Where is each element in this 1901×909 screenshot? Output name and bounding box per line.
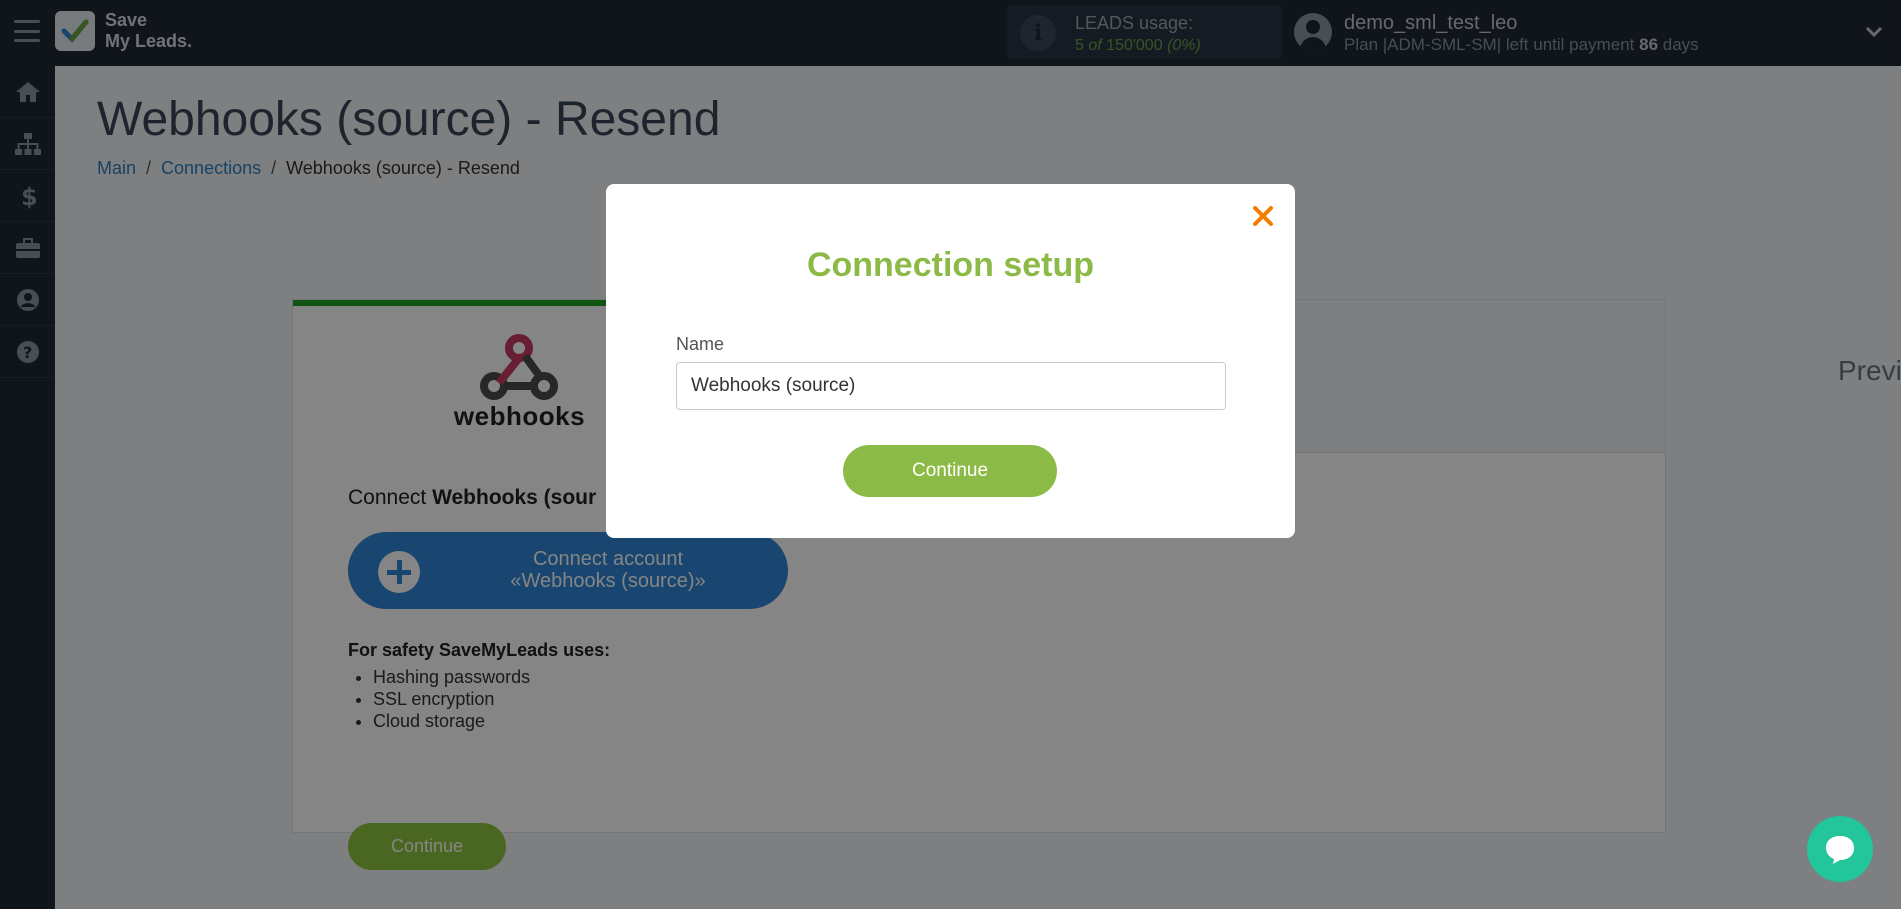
chat-button[interactable] xyxy=(1807,816,1873,882)
modal-title: Connection setup xyxy=(806,246,1095,284)
name-input[interactable] xyxy=(676,362,1226,410)
modal-continue-button[interactable]: Continue xyxy=(843,445,1057,497)
chat-bubble-icon xyxy=(1826,836,1854,864)
name-label: Name xyxy=(676,334,725,354)
close-icon[interactable] xyxy=(1249,202,1277,230)
connection-setup-modal: Connection setup Name Continue xyxy=(606,184,1295,538)
